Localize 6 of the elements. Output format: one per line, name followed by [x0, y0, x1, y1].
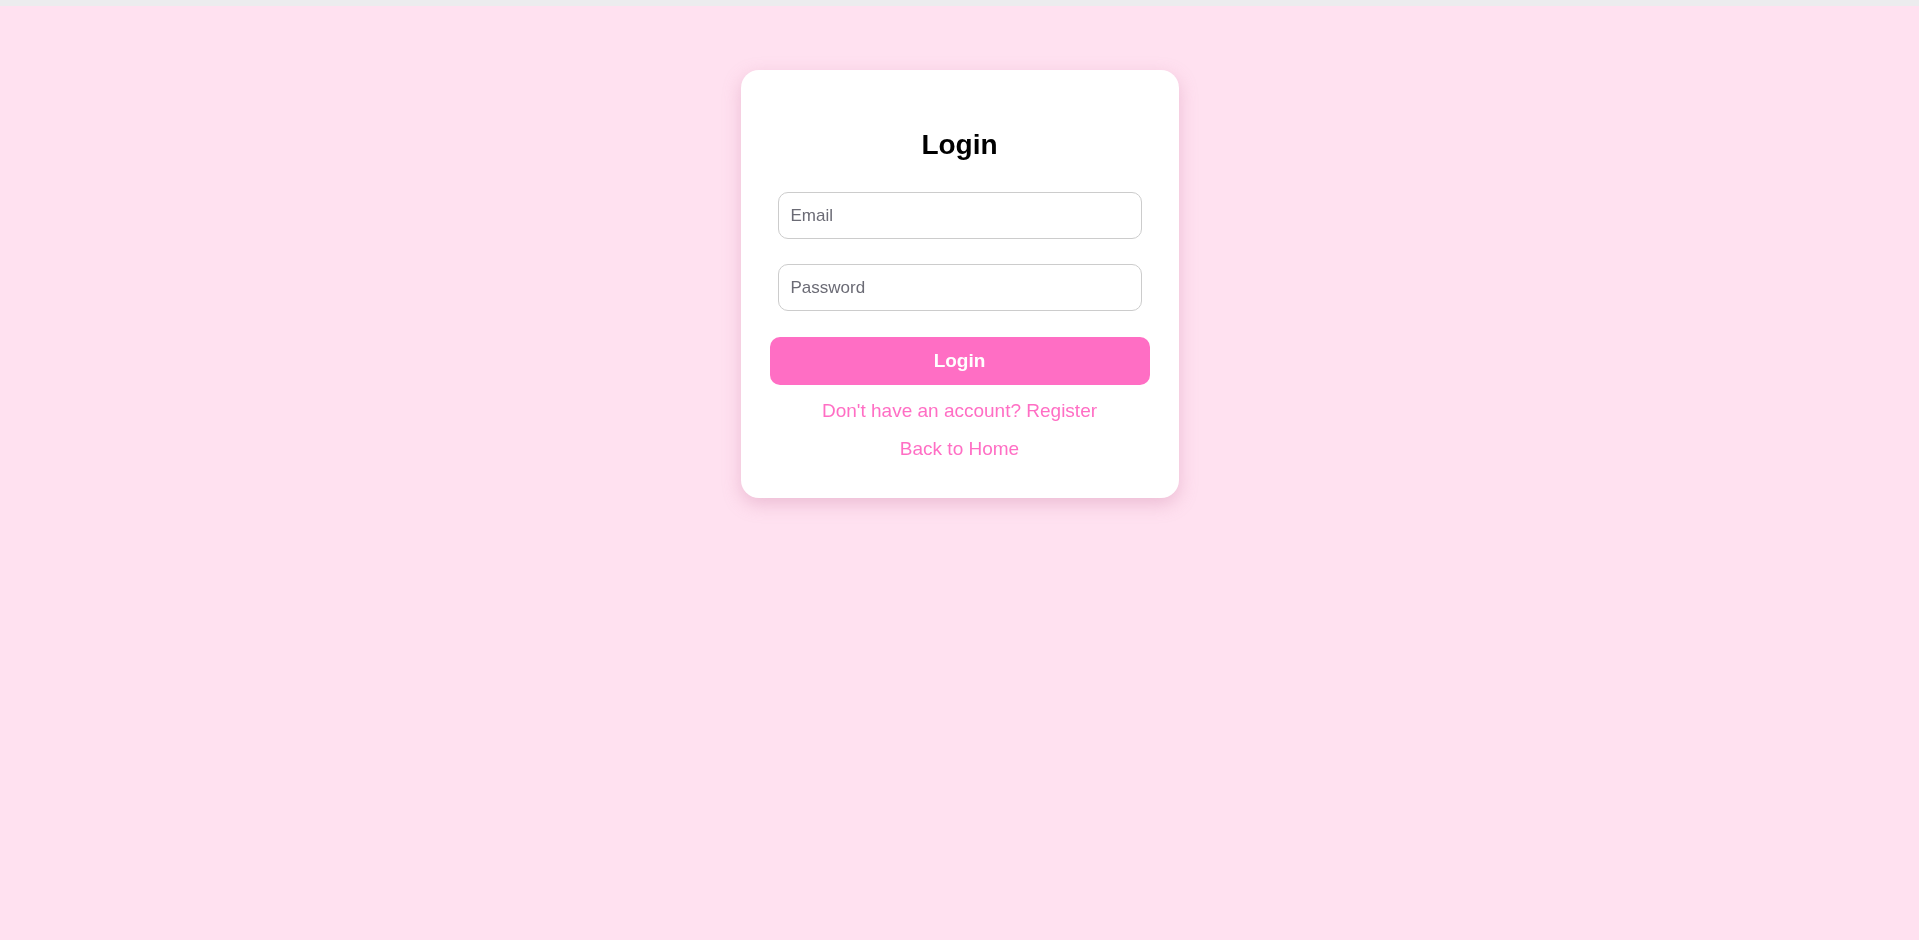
register-link[interactable]: Don't have an account? Register [821, 399, 1098, 422]
email-field[interactable]: Email [777, 192, 1142, 239]
login-button[interactable]: Login [769, 337, 1150, 385]
home-link[interactable]: Back to Home [899, 437, 1020, 460]
password-field[interactable]: Password [777, 264, 1142, 311]
login-title: Login [921, 128, 998, 162]
